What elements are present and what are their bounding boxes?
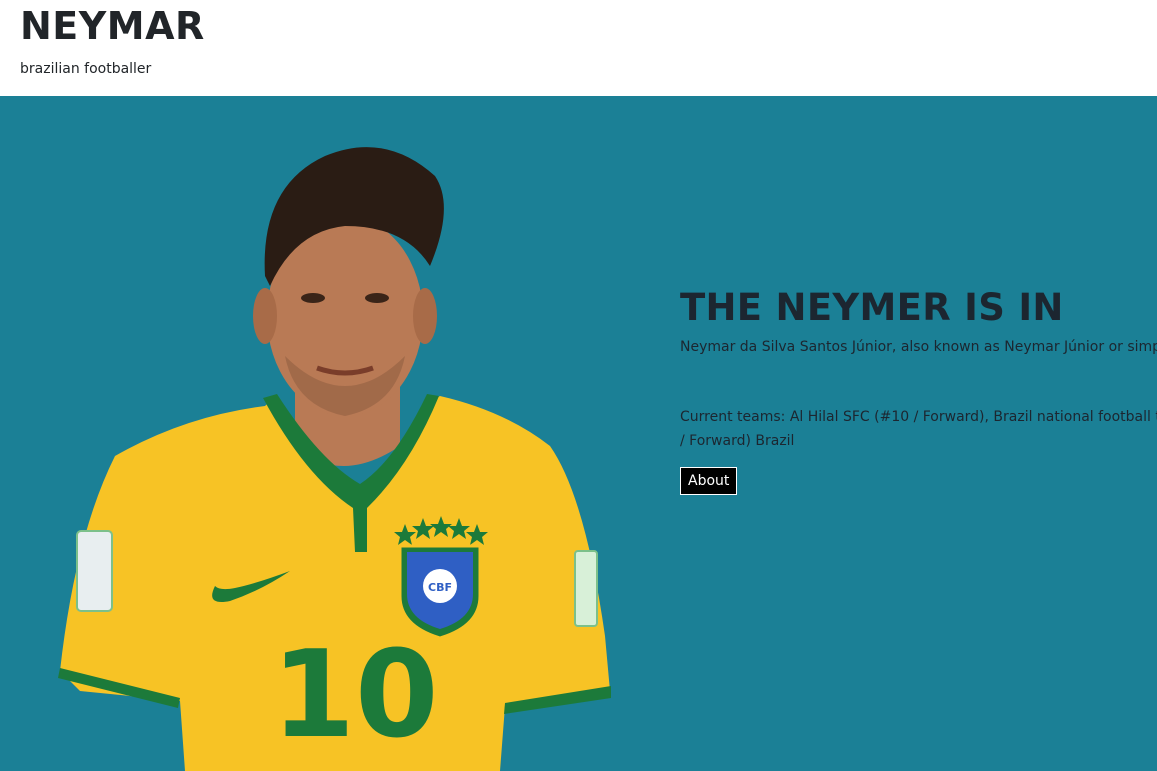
site-tagline: brazilian footballer xyxy=(20,61,152,77)
hero-description: Neymar da Silva Santos Júnior, also know… xyxy=(680,339,1157,355)
hero-text: THE NEYMER IS IN Neymar da Silva Santos … xyxy=(680,286,1157,495)
site-header: NEYMAR brazilian footballer xyxy=(0,0,1157,96)
cbf-crest-icon: CBF xyxy=(398,544,482,640)
player-portrait: CBF 10 xyxy=(58,147,611,771)
hero-heading: THE NEYMER IS IN xyxy=(680,286,1064,329)
site-title: NEYMAR xyxy=(20,4,205,48)
svg-text:CBF: CBF xyxy=(428,581,452,594)
hero-teams: Current teams: Al Hilal SFC (#10 / Forwa… xyxy=(680,409,1157,449)
hero-section: CBF 10 THE NEYMER IS IN Neymar da Silva … xyxy=(0,96,1157,771)
about-button[interactable]: About xyxy=(680,467,738,495)
sleeve-patch-right xyxy=(574,550,598,627)
jersey-number: 10 xyxy=(272,626,439,765)
sleeve-patch-left xyxy=(76,530,113,612)
